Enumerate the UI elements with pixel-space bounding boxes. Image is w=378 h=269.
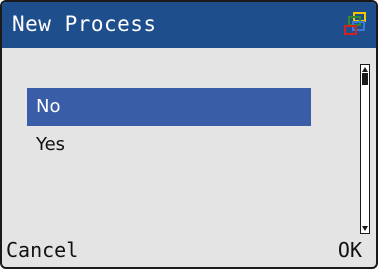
list-item-yes[interactable]: Yes <box>27 126 311 164</box>
title-bar: New Process <box>2 2 376 48</box>
windows-icon[interactable] <box>342 11 368 37</box>
scroll-down-arrow-icon[interactable] <box>362 226 368 231</box>
list-item-no[interactable]: No <box>27 88 311 126</box>
cancel-softkey[interactable]: Cancel <box>6 237 78 263</box>
scroll-thumb[interactable] <box>362 73 368 85</box>
scroll-up-arrow-icon[interactable] <box>362 67 368 72</box>
device-screen: New Process No Yes Cancel OK <box>0 0 378 269</box>
window-title: New Process <box>12 12 157 36</box>
scrollbar[interactable] <box>360 64 370 234</box>
option-list: No Yes <box>27 88 311 164</box>
ok-softkey[interactable]: OK <box>338 237 362 263</box>
